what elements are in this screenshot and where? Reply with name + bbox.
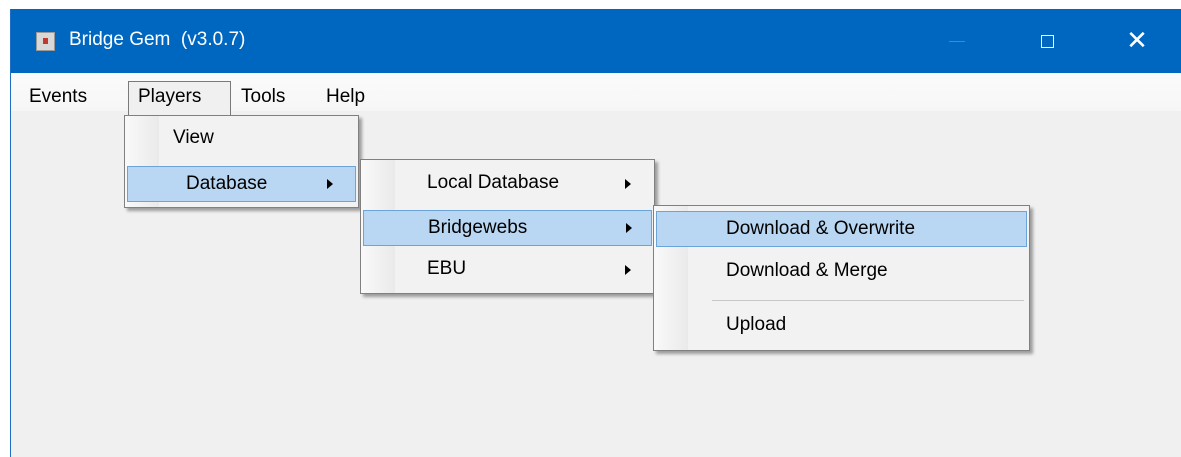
title-bar[interactable]: Bridge Gem (v3.0.7) ✕ bbox=[11, 9, 1181, 73]
minimize-icon bbox=[949, 40, 965, 42]
menu-item-download-merge[interactable]: Download & Merge bbox=[656, 254, 1027, 290]
minimize-button[interactable] bbox=[927, 9, 987, 73]
menu-item-ebu[interactable]: EBU bbox=[363, 252, 652, 288]
close-button[interactable]: ✕ bbox=[1107, 9, 1167, 73]
menu-events[interactable]: Events bbox=[29, 85, 87, 109]
menu-item-label: EBU bbox=[427, 258, 467, 279]
menu-item-bridgewebs[interactable]: Bridgewebs bbox=[363, 210, 652, 246]
bridgewebs-submenu: Download & Overwrite Download & Merge Up… bbox=[653, 205, 1030, 351]
submenu-arrow-icon bbox=[327, 179, 333, 189]
app-icon bbox=[36, 32, 55, 51]
menu-item-label: Download & Overwrite bbox=[726, 218, 916, 239]
menu-separator bbox=[712, 300, 1024, 301]
app-window: Bridge Gem (v3.0.7) ✕ Events Players Too… bbox=[10, 9, 1181, 457]
menu-bar: Events Players Tools Help bbox=[11, 73, 1181, 117]
menu-item-label: Bridgewebs bbox=[428, 217, 528, 238]
menu-players[interactable]: Players bbox=[138, 85, 201, 109]
menu-help[interactable]: Help bbox=[326, 85, 365, 109]
menu-item-label: Upload bbox=[726, 314, 787, 335]
close-icon: ✕ bbox=[1126, 26, 1148, 56]
submenu-arrow-icon bbox=[625, 265, 631, 275]
menu-item-label: View bbox=[173, 127, 214, 148]
database-submenu: Local Database Bridgewebs EBU bbox=[360, 159, 655, 294]
maximize-button[interactable] bbox=[1017, 9, 1077, 73]
submenu-arrow-icon bbox=[625, 179, 631, 189]
menu-tools[interactable]: Tools bbox=[241, 85, 285, 109]
menu-item-database[interactable]: Database bbox=[127, 166, 356, 202]
menu-item-local-database[interactable]: Local Database bbox=[363, 166, 652, 202]
submenu-arrow-icon bbox=[626, 223, 632, 233]
players-dropdown: View Database bbox=[124, 115, 359, 208]
menu-item-download-overwrite[interactable]: Download & Overwrite bbox=[656, 211, 1027, 247]
maximize-icon bbox=[1040, 34, 1054, 48]
menu-item-label: Local Database bbox=[427, 172, 560, 193]
menu-item-label: Download & Merge bbox=[726, 260, 888, 281]
menu-item-label: Database bbox=[186, 173, 268, 194]
menu-item-view[interactable]: View bbox=[127, 121, 356, 157]
window-title: Bridge Gem (v3.0.7) bbox=[69, 29, 246, 50]
menu-item-upload[interactable]: Upload bbox=[656, 308, 1027, 344]
